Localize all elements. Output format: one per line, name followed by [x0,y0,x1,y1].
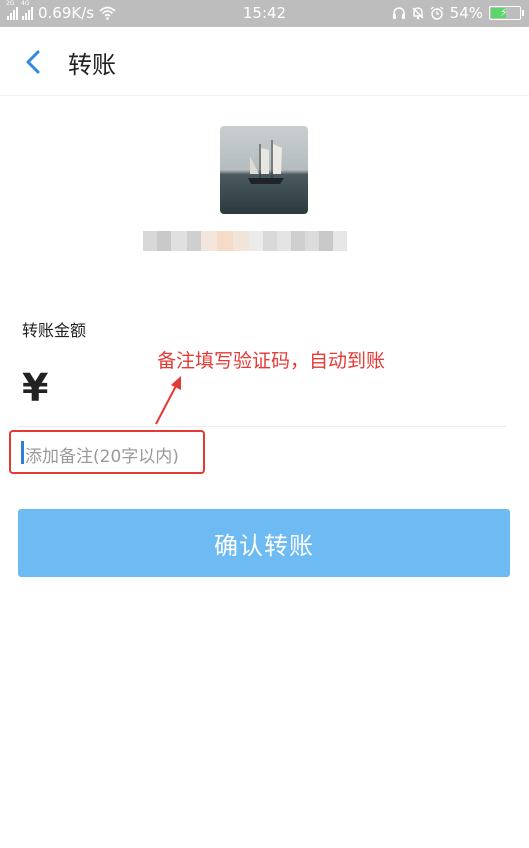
amount-input[interactable] [70,370,504,412]
app-header: 转账 [0,27,529,96]
alarm-clock-icon [430,6,444,20]
remark-field[interactable]: 添加备注(20字以内) [9,430,205,474]
mute-bell-icon [412,7,424,20]
amount-label: 转账金额 [22,321,87,340]
status-right: 54% ⚡ [387,4,524,22]
battery-percent: 54% [449,4,483,22]
headset-icon [392,7,405,19]
payee-avatar [220,126,308,214]
payee-name [143,222,385,260]
charging-bolt-icon: ⚡ [500,6,508,19]
sailing-ship-photo [220,126,308,214]
annotation-text: 备注填写验证码，自动到账 [157,350,386,372]
currency-symbol: ¥ [22,366,49,410]
status-bar: 2G 4G 0.69K/s 15:42 54% ⚡ [0,0,529,27]
annotation-arrow-icon [155,376,181,425]
chevron-left-icon[interactable] [20,47,46,77]
text-cursor [21,441,24,464]
confirm-transfer-button[interactable]: 确认转账 [18,509,510,577]
page-title: 转账 [68,51,116,79]
remark-placeholder: 添加备注(20字以内) [25,447,179,467]
battery-icon: ⚡ [489,6,524,20]
divider [18,426,506,427]
